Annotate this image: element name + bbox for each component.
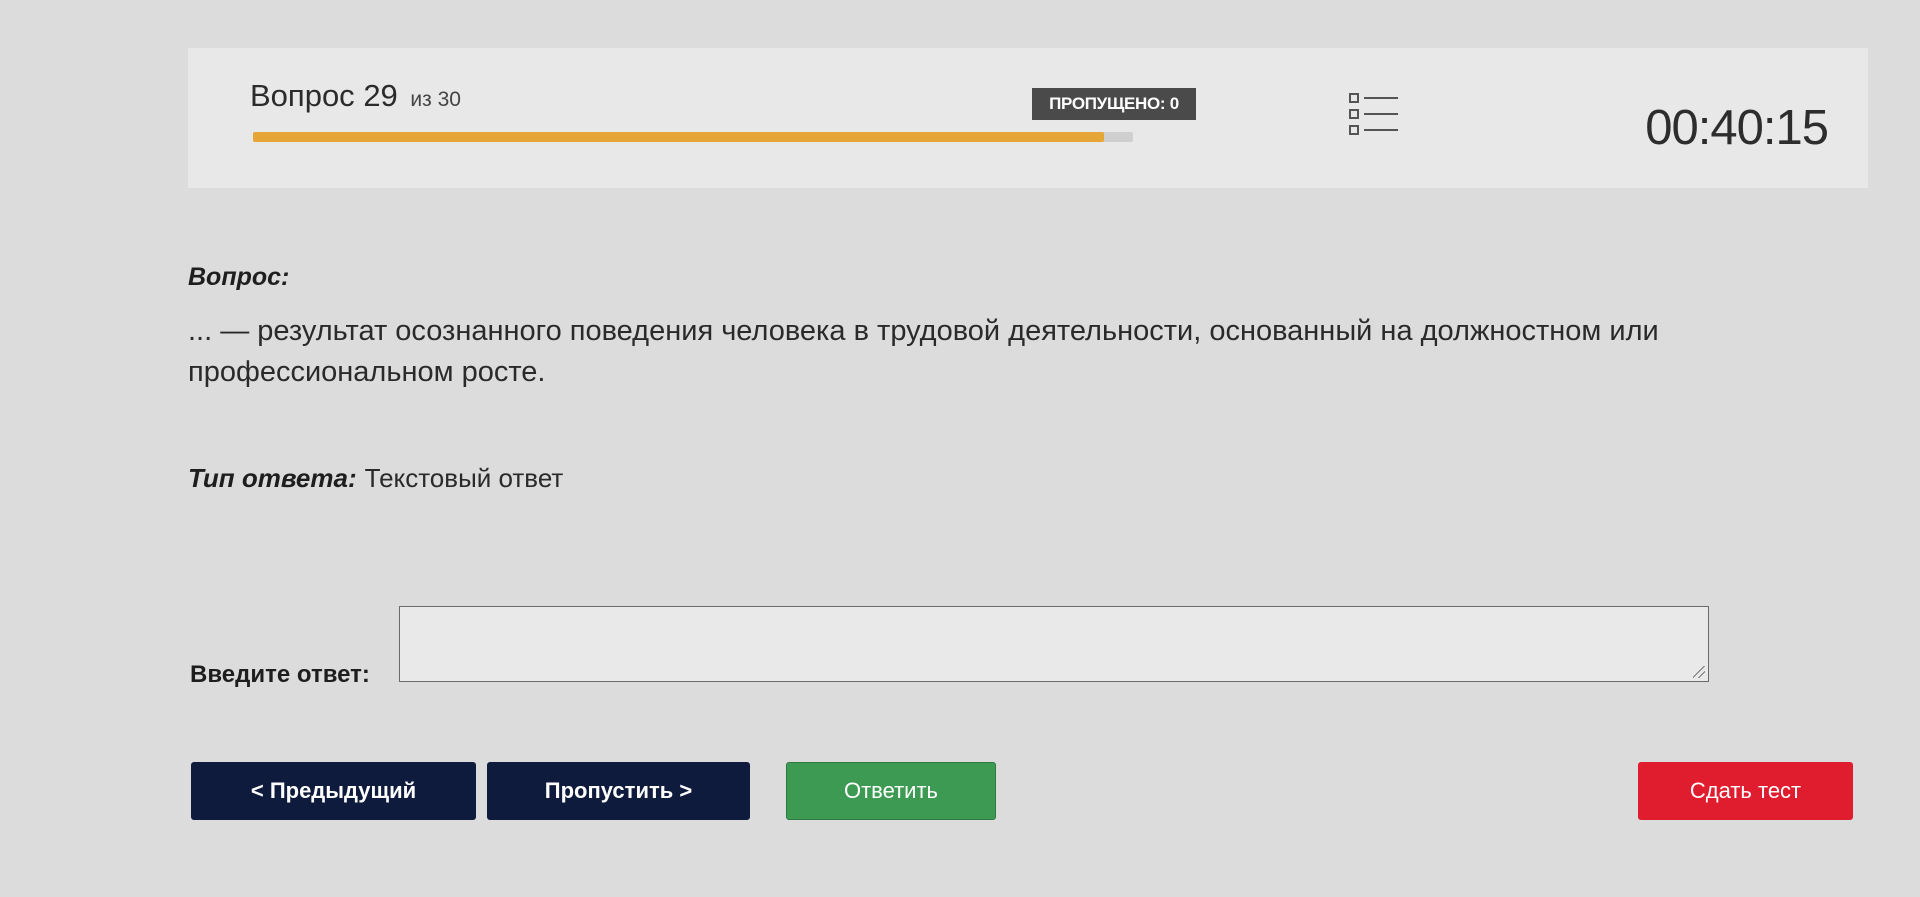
question-counter: Вопрос 29 из 30 xyxy=(250,78,461,114)
timer: 00:40:15 xyxy=(1645,101,1829,155)
previous-button[interactable]: < Предыдущий xyxy=(191,762,476,820)
question-text: ... — результат осознанного поведения че… xyxy=(188,315,1659,388)
progress-fill xyxy=(253,132,1104,142)
skipped-badge: ПРОПУЩЕНО: 0 xyxy=(1032,88,1196,120)
submit-test-button[interactable]: Сдать тест xyxy=(1638,762,1853,820)
test-header: Вопрос 29 из 30 ПРОПУЩЕНО: 0 00:40:15 xyxy=(188,48,1868,188)
question-label: Вопрос xyxy=(250,78,355,113)
answer-type-label: Тип ответа: xyxy=(188,463,357,493)
resize-grip-icon[interactable] xyxy=(1693,666,1705,678)
answer-input[interactable] xyxy=(399,606,1709,682)
list-icon[interactable] xyxy=(1348,90,1400,140)
question-number: 29 xyxy=(363,78,398,113)
answer-type: Тип ответа: Текстовый ответ xyxy=(188,463,563,494)
progress-bar xyxy=(253,132,1133,142)
answer-label: Введите ответ: xyxy=(190,661,370,688)
answer-button[interactable]: Ответить xyxy=(786,762,996,820)
question-heading: Вопрос: xyxy=(188,263,290,291)
question-total: из 30 xyxy=(410,88,461,111)
answer-type-value: Текстовый ответ xyxy=(364,463,564,493)
skip-button[interactable]: Пропустить > xyxy=(487,762,750,820)
